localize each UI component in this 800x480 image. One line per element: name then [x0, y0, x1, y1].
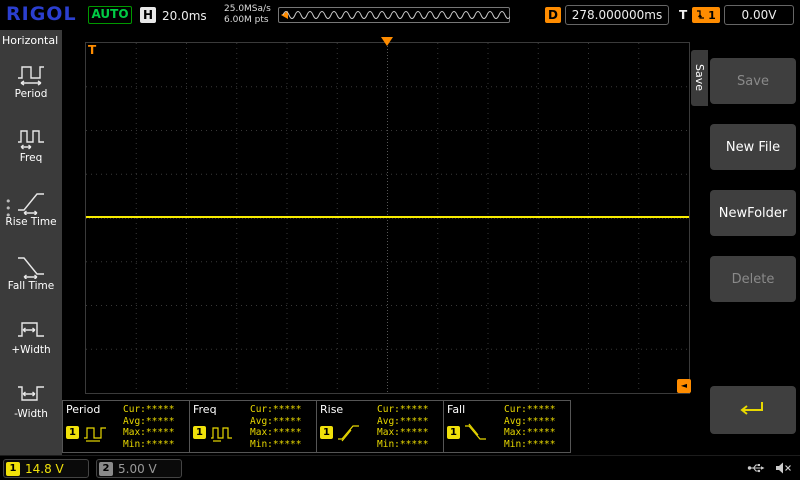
- sidebar-item-fall-time[interactable]: Fall Time: [0, 239, 62, 303]
- delay-value: 278.000000ms: [565, 5, 669, 25]
- avg-value: Avg:*****: [250, 415, 302, 427]
- sidebar-item-freq[interactable]: Freq: [0, 111, 62, 175]
- sidebar-item-label: Freq: [19, 151, 43, 164]
- channel-2-number-badge: 2: [99, 461, 113, 476]
- run-status-badge: AUTO: [88, 6, 132, 24]
- top-status-bar: RIGOL AUTO H 20.0ms 25.0MSa/s 6.00M pts …: [0, 0, 800, 30]
- measurement-title: Freq: [193, 403, 217, 416]
- measurement-period[interactable]: Period 1 Cur:***** Avg:***** Max:***** M…: [62, 400, 190, 453]
- graticule: [86, 43, 689, 393]
- acquisition-info: 25.0MSa/s 6.00M pts: [224, 4, 271, 26]
- channel-1-scale: 14.8 V: [25, 461, 64, 476]
- measurement-values: Cur:***** Avg:***** Max:***** Min:*****: [123, 403, 174, 450]
- trigger-label: T: [679, 8, 688, 22]
- measurement-values: Cur:***** Avg:***** Max:***** Min:*****: [377, 403, 428, 450]
- measurement-values: Cur:***** Avg:***** Max:***** Min:*****: [250, 403, 301, 450]
- fall-time-icon: [18, 256, 44, 279]
- delay-badge: D: [545, 7, 561, 23]
- trigger-time-marker[interactable]: T: [88, 43, 96, 57]
- fall-waveform-icon: [465, 423, 486, 440]
- max-value: Max:*****: [377, 427, 429, 438]
- new-folder-button[interactable]: NewFolder: [710, 190, 796, 236]
- sidebar-title: Horizontal: [2, 34, 59, 47]
- plus-width-icon: [18, 321, 44, 337]
- usb-icon: [747, 464, 765, 473]
- memory-depth-value: 6.00M pts: [224, 15, 269, 25]
- trigger-level-value: 0.00V: [724, 5, 794, 25]
- oscilloscope-screen: RIGOL AUTO H 20.0ms 25.0MSa/s 6.00M pts …: [0, 0, 800, 480]
- sample-rate-value: 25.0MSa/s: [224, 4, 271, 14]
- sidebar-item-minus-width[interactable]: -Width: [0, 367, 62, 431]
- sidebar-item-plus-width[interactable]: +Width: [0, 303, 62, 367]
- max-value: Max:*****: [504, 427, 556, 438]
- sidebar-item-label: Rise Time: [5, 215, 57, 228]
- min-value: Min:*****: [123, 438, 175, 450]
- delay-offscreen-marker-icon[interactable]: ◄: [677, 379, 691, 393]
- min-value: Min:*****: [504, 438, 556, 450]
- back-enter-button[interactable]: [710, 386, 796, 434]
- sidebar-item-label: +Width: [11, 343, 51, 356]
- horizontal-badge: H: [140, 7, 156, 23]
- channel-status-bar: 1 14.8 V 2 5.00 V: [0, 455, 800, 480]
- min-value: Min:*****: [250, 438, 302, 450]
- menu-tab-save: Save: [691, 50, 708, 106]
- freq-waveform-icon: [211, 427, 232, 442]
- trigger-channel-number: 1: [708, 8, 716, 22]
- sidebar-scroll-dots-icon: • • •: [5, 195, 12, 222]
- measurement-freq[interactable]: Freq 1 Cur:***** Avg:***** Max:***** Min…: [189, 400, 317, 453]
- sidebar-item-label: Fall Time: [7, 279, 55, 292]
- period-waveform-icon: [84, 427, 106, 442]
- channel-2-status[interactable]: 2 5.00 V: [96, 459, 182, 478]
- rise-waveform-icon: [338, 425, 359, 442]
- avg-value: Avg:*****: [377, 415, 429, 427]
- period-icon: [18, 65, 44, 86]
- minus-width-icon: [18, 385, 44, 401]
- sidebar-item-label: -Width: [14, 407, 48, 420]
- freq-icon: [18, 129, 44, 150]
- max-value: Max:*****: [250, 427, 302, 438]
- waveform-grid: [85, 42, 690, 394]
- channel-2-scale: 5.00 V: [118, 461, 157, 476]
- measurement-rise[interactable]: Rise 1 Cur:***** Avg:***** Max:***** Min…: [316, 400, 444, 453]
- channel-1-number-badge: 1: [6, 461, 20, 476]
- memory-position-indicator[interactable]: [278, 7, 510, 23]
- rise-time-icon: [18, 192, 44, 215]
- min-value: Min:*****: [377, 438, 429, 450]
- sidebar-item-label: Period: [14, 87, 48, 100]
- rigol-logo: RIGOL: [6, 3, 77, 25]
- max-value: Max:*****: [123, 427, 175, 438]
- sidebar-item-period[interactable]: Period: [0, 47, 62, 111]
- measurement-fall[interactable]: Fall 1 Cur:***** Avg:***** Max:***** Min…: [443, 400, 571, 453]
- channel-1-badge: 1: [66, 425, 79, 439]
- avg-value: Avg:*****: [504, 415, 556, 427]
- cur-value: Cur:*****: [250, 404, 302, 415]
- channel-1-badge: 1: [320, 425, 333, 439]
- channel-1-badge: 1: [193, 425, 206, 439]
- delete-button[interactable]: Delete: [710, 256, 796, 302]
- falling-edge-icon: [697, 10, 705, 19]
- cur-value: Cur:*****: [123, 404, 175, 415]
- channel-1-badge: 1: [447, 425, 460, 439]
- channel-1-status[interactable]: 1 14.8 V: [3, 459, 89, 478]
- measurement-title: Rise: [320, 403, 344, 416]
- measurement-title: Period: [66, 403, 101, 416]
- new-file-button[interactable]: New File: [710, 124, 796, 170]
- trigger-position-marker-icon[interactable]: [381, 37, 393, 46]
- measurement-title: Fall: [447, 403, 466, 416]
- measurement-bar: Period 1 Cur:***** Avg:***** Max:***** M…: [62, 400, 571, 453]
- measurement-values: Cur:***** Avg:***** Max:***** Min:*****: [504, 403, 555, 450]
- timebase-value: 20.0ms: [162, 9, 207, 23]
- horizontal-measure-sidebar: Horizontal Period Freq Rise Time Fall Ti…: [0, 30, 62, 455]
- speaker-mute-icon: [776, 462, 791, 474]
- cur-value: Cur:*****: [377, 404, 429, 415]
- memory-waveform-icon: [282, 11, 510, 19]
- avg-value: Avg:*****: [123, 415, 175, 427]
- save-button[interactable]: Save: [710, 58, 796, 104]
- trigger-source-badge: 1: [692, 7, 720, 23]
- return-arrow-icon: [740, 402, 763, 415]
- channel-1-trace: [86, 216, 689, 218]
- cur-value: Cur:*****: [504, 404, 556, 415]
